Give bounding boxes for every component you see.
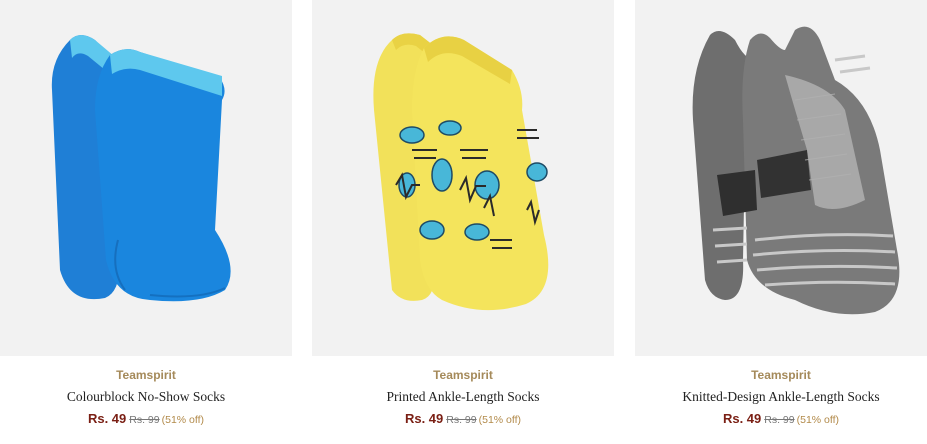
product-image[interactable]: [312, 0, 614, 356]
product-image[interactable]: [635, 0, 927, 356]
product-brand: Teamspirit: [433, 368, 493, 382]
product-card[interactable]: Teamspirit Colourblock No-Show Socks Rs.…: [0, 0, 292, 444]
product-price: Rs. 49 Rs. 99 (51% off): [0, 411, 292, 426]
blue-socks-image: [51, 35, 231, 302]
product-brand: Teamspirit: [116, 368, 176, 382]
product-brand: Teamspirit: [751, 368, 811, 382]
product-price: Rs. 49 Rs. 99 (51% off): [635, 411, 927, 426]
product-name[interactable]: Knitted-Design Ankle-Length Socks: [635, 389, 927, 405]
yellow-printed-socks-image: [373, 33, 549, 311]
product-name[interactable]: Colourblock No-Show Socks: [0, 389, 292, 405]
discount-label: (51% off): [161, 414, 205, 426]
current-price: Rs. 49: [404, 411, 444, 426]
discount-label: (51% off): [796, 414, 840, 426]
product-card[interactable]: Teamspirit Knitted-Design Ankle-Length S…: [635, 0, 927, 444]
original-price: Rs. 99: [446, 414, 477, 426]
product-card[interactable]: Teamspirit Printed Ankle-Length Socks Rs…: [312, 0, 614, 444]
product-price: Rs. 49 Rs. 99 (51% off): [312, 411, 614, 426]
original-price: Rs. 99: [764, 414, 795, 426]
grey-knitted-socks-image: [692, 26, 900, 315]
original-price: Rs. 99: [129, 414, 160, 426]
product-image[interactable]: [0, 0, 292, 356]
discount-label: (51% off): [478, 414, 522, 426]
current-price: Rs. 49: [722, 411, 762, 426]
current-price: Rs. 49: [87, 411, 127, 426]
product-name[interactable]: Printed Ankle-Length Socks: [312, 389, 614, 405]
